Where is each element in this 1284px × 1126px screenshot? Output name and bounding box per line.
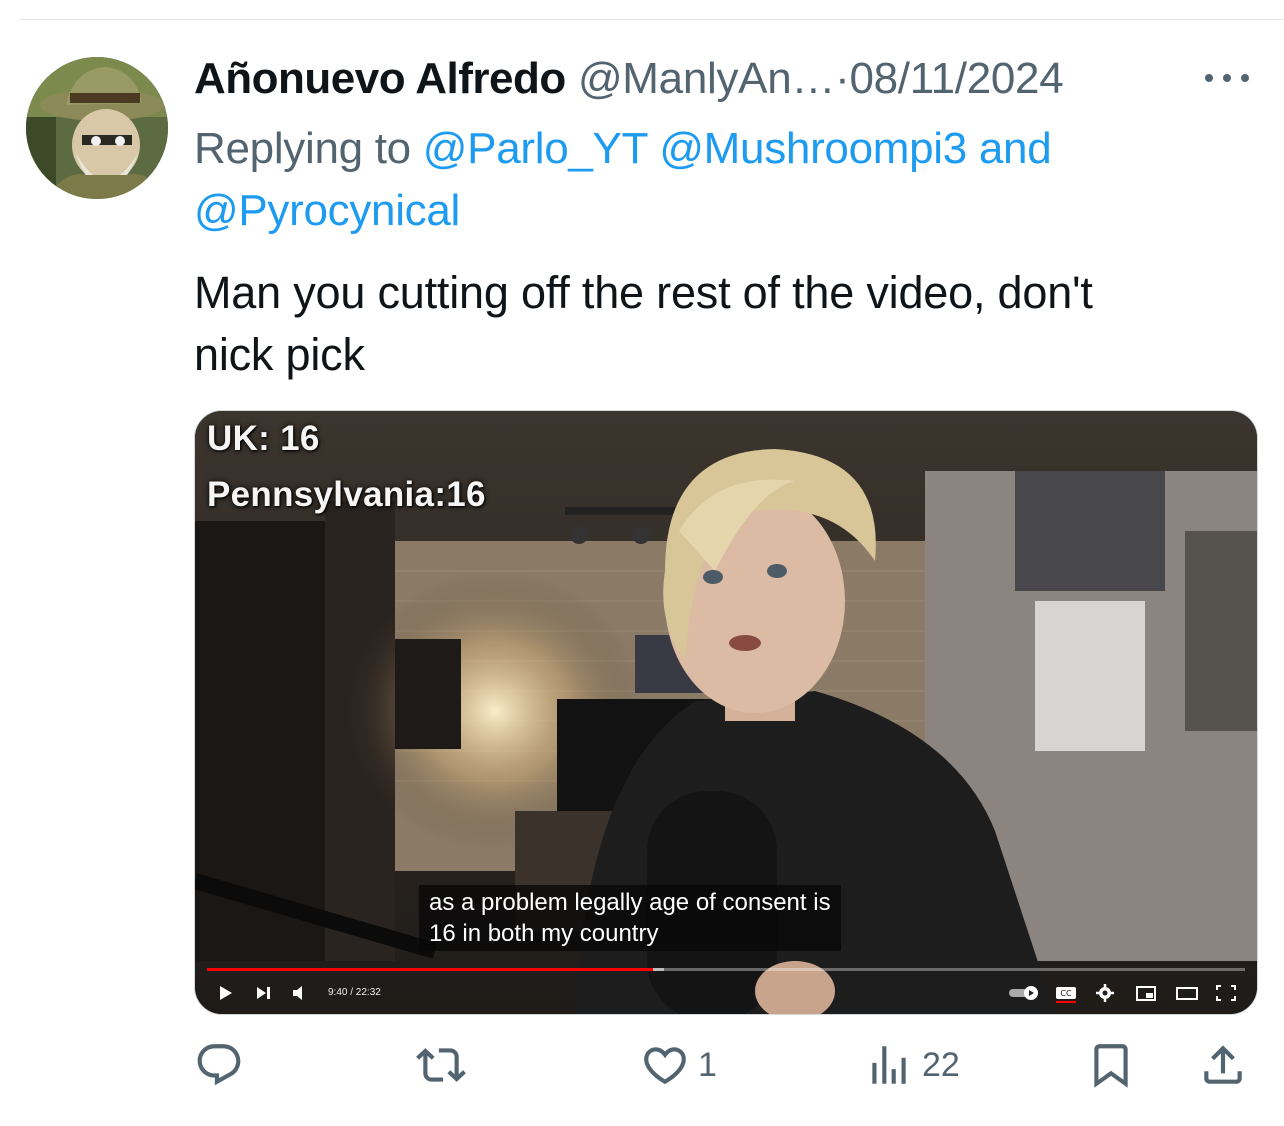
- like-count: 1: [698, 1045, 717, 1084]
- video-caption: as a problem legally age of consent is 1…: [419, 885, 841, 951]
- share-button[interactable]: [1198, 1040, 1248, 1090]
- avatar[interactable]: [26, 57, 168, 199]
- more-icon: [1205, 74, 1249, 82]
- svg-text:CC: CC: [1060, 989, 1072, 998]
- display-name[interactable]: Añonuevo Alfredo: [194, 54, 566, 103]
- tweet-text-line-2: nick pick: [194, 329, 365, 380]
- tweet-media[interactable]: UK: 16 Pennsylvania:16 as a problem lega…: [194, 410, 1258, 1015]
- video-controls: 9:40 / 22:32 CC: [195, 977, 1257, 1009]
- settings-icon[interactable]: [1095, 983, 1115, 1003]
- mention-parlo[interactable]: @Parlo_YT: [423, 124, 648, 173]
- views-button[interactable]: 22: [864, 1040, 960, 1090]
- video-progress-bar[interactable]: [207, 968, 1245, 971]
- bookmark-button[interactable]: [1086, 1040, 1136, 1090]
- like-button[interactable]: 1: [640, 1040, 717, 1090]
- mention-conjunction[interactable]: and: [979, 124, 1052, 173]
- mention-pyrocynical[interactable]: @Pyrocynical: [194, 186, 460, 235]
- top-divider: [20, 19, 1284, 20]
- separator-dot: ·: [835, 54, 850, 103]
- avatar-icon: [26, 57, 168, 199]
- tweet-date[interactable]: 08/11/2024: [849, 54, 1063, 103]
- fullscreen-icon[interactable]: [1215, 983, 1237, 1003]
- overlay-text-uk: UK: 16: [207, 419, 320, 458]
- views-icon: [872, 1046, 906, 1084]
- play-icon[interactable]: [217, 983, 235, 1003]
- caption-line-2: 16 in both my country: [429, 920, 659, 947]
- user-handle[interactable]: @ManlyAn…: [578, 54, 835, 103]
- video-time: 9:40 / 22:32: [328, 987, 381, 998]
- replying-to-prefix: Replying to: [194, 124, 411, 173]
- volume-icon[interactable]: [291, 983, 309, 1003]
- tweet-actions: 1 22: [0, 1030, 1284, 1100]
- bookmark-icon: [1094, 1044, 1128, 1088]
- overlay-text-pennsylvania: Pennsylvania:16: [207, 475, 486, 514]
- views-count: 22: [922, 1045, 960, 1084]
- tweet-text: Man you cutting off the rest of the vide…: [194, 262, 1244, 386]
- caption-line-1: as a problem legally age of consent is: [429, 889, 831, 916]
- replying-to: Replying to @Parlo_YT @Mushroompi3 and @…: [194, 118, 1254, 242]
- share-icon: [1204, 1045, 1242, 1084]
- mention-mushroompi3[interactable]: @Mushroompi3: [659, 124, 967, 173]
- repost-icon: [416, 1048, 466, 1082]
- autoplay-toggle-icon[interactable]: [1007, 983, 1041, 1003]
- captions-icon[interactable]: CC: [1055, 983, 1077, 1003]
- reply-icon: [197, 1044, 241, 1086]
- more-options-button[interactable]: [1200, 63, 1254, 93]
- repost-button[interactable]: [416, 1040, 474, 1090]
- heart-icon: [644, 1047, 686, 1085]
- tweet-header: Añonuevo Alfredo @ManlyAn…·08/11/2024: [194, 52, 1274, 106]
- tweet-text-line-1: Man you cutting off the rest of the vide…: [194, 267, 1093, 318]
- theater-mode-icon[interactable]: [1175, 983, 1199, 1003]
- progress-played: [207, 968, 654, 971]
- miniplayer-icon[interactable]: [1135, 983, 1157, 1003]
- next-icon[interactable]: [255, 983, 273, 1003]
- reply-button[interactable]: [194, 1040, 252, 1090]
